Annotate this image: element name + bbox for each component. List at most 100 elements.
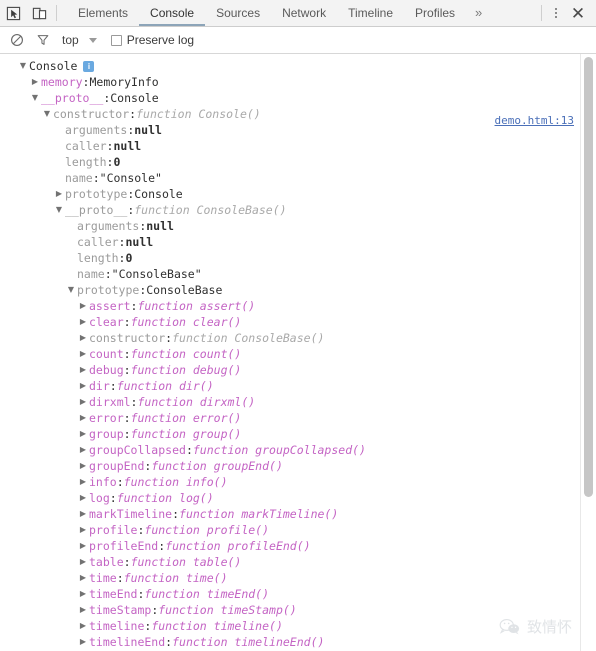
disclosure-triangle-closed-icon[interactable]: ▶ bbox=[78, 330, 88, 346]
preserve-log-label: Preserve log bbox=[126, 33, 195, 47]
object-tree-row[interactable]: ▶ log: function log() bbox=[0, 490, 596, 506]
execution-context-selector[interactable]: top bbox=[62, 33, 97, 47]
property-name: dir bbox=[89, 379, 110, 393]
disclosure-triangle-closed-icon[interactable]: ▶ bbox=[78, 474, 88, 490]
object-tree-row[interactable]: ▶ profile: function profile() bbox=[0, 522, 596, 538]
object-tree-row[interactable]: ▶length: 0 bbox=[0, 154, 596, 170]
object-tree-row[interactable]: ▼ __proto__: Console bbox=[0, 90, 596, 106]
disclosure-triangle-closed-icon[interactable]: ▶ bbox=[78, 490, 88, 506]
console-scrollbar[interactable] bbox=[580, 54, 596, 651]
object-tree-row[interactable]: ▶ assert: function assert() bbox=[0, 298, 596, 314]
object-tree-row[interactable]: ▶ group: function group() bbox=[0, 426, 596, 442]
tab-timeline[interactable]: Timeline bbox=[337, 0, 404, 26]
disclosure-triangle-closed-icon[interactable]: ▶ bbox=[78, 378, 88, 394]
disclosure-triangle-closed-icon[interactable]: ▶ bbox=[78, 314, 88, 330]
property-value: null bbox=[125, 235, 154, 249]
object-tree-row[interactable]: ▶name: "Console" bbox=[0, 170, 596, 186]
object-tree-row[interactable]: ▶ memory: MemoryInfo bbox=[0, 74, 596, 90]
object-tree-row[interactable]: ▶ groupEnd: function groupEnd() bbox=[0, 458, 596, 474]
disclosure-spacer: ▶ bbox=[66, 266, 76, 282]
disclosure-triangle-open-icon[interactable]: ▼ bbox=[66, 282, 76, 298]
object-tree-row[interactable]: ▶ timeline: function timeline() bbox=[0, 618, 596, 634]
object-tree-row[interactable]: ▼ prototype: ConsoleBase bbox=[0, 282, 596, 298]
disclosure-triangle-closed-icon[interactable]: ▶ bbox=[78, 458, 88, 474]
preserve-log-toggle[interactable]: Preserve log bbox=[110, 33, 195, 47]
object-tree-row[interactable]: ▶ timeStamp: function timeStamp() bbox=[0, 602, 596, 618]
disclosure-triangle-closed-icon[interactable]: ▶ bbox=[78, 522, 88, 538]
disclosure-triangle-closed-icon[interactable]: ▶ bbox=[78, 602, 88, 618]
object-tree-row[interactable]: ▶ groupCollapsed: function groupCollapsed… bbox=[0, 442, 596, 458]
object-tree-row[interactable]: ▶ timeEnd: function timeEnd() bbox=[0, 586, 596, 602]
source-location-link[interactable]: demo.html:13 bbox=[495, 114, 574, 127]
property-name: timelineEnd bbox=[89, 635, 166, 649]
vertical-dots-icon[interactable] bbox=[546, 2, 566, 24]
tab-elements[interactable]: Elements bbox=[67, 0, 139, 26]
disclosure-triangle-closed-icon[interactable]: ▶ bbox=[78, 570, 88, 586]
object-tree-row[interactable]: ▶name: "ConsoleBase" bbox=[0, 266, 596, 282]
info-badge-icon[interactable]: i bbox=[83, 60, 95, 72]
more-tabs-button[interactable]: » bbox=[466, 0, 491, 26]
object-tree-row[interactable]: ▶ error: function error() bbox=[0, 410, 596, 426]
disclosure-triangle-closed-icon[interactable]: ▶ bbox=[78, 298, 88, 314]
filter-funnel-icon[interactable] bbox=[30, 28, 56, 52]
console-scrollbar-thumb[interactable] bbox=[584, 57, 593, 497]
object-tree-row[interactable]: ▶ profileEnd: function profileEnd() bbox=[0, 538, 596, 554]
property-name: length bbox=[77, 251, 119, 265]
disclosure-triangle-closed-icon[interactable]: ▶ bbox=[78, 538, 88, 554]
tab-console[interactable]: Console bbox=[139, 0, 206, 26]
object-tree-row[interactable]: ▶ table: function table() bbox=[0, 554, 596, 570]
object-tree-row[interactable]: ▶caller: null bbox=[0, 138, 596, 154]
disclosure-triangle-closed-icon[interactable]: ▶ bbox=[78, 506, 88, 522]
disclosure-triangle-closed-icon[interactable]: ▶ bbox=[78, 618, 88, 634]
disclosure-triangle-open-icon[interactable]: ▼ bbox=[54, 202, 64, 218]
object-tree-row[interactable]: ▶ debug: function debug() bbox=[0, 362, 596, 378]
disclosure-triangle-closed-icon[interactable]: ▶ bbox=[78, 410, 88, 426]
object-tree-row[interactable]: ▶ markTimeline: function markTimeline() bbox=[0, 506, 596, 522]
disclosure-triangle-open-icon[interactable]: ▼ bbox=[30, 90, 40, 106]
object-tree-row[interactable]: ▶ dir: function dir() bbox=[0, 378, 596, 394]
disclosure-triangle-closed-icon[interactable]: ▶ bbox=[78, 362, 88, 378]
disclosure-triangle-open-icon[interactable]: ▼ bbox=[42, 106, 52, 122]
object-tree-row[interactable]: ▶ clear: function clear() bbox=[0, 314, 596, 330]
object-tree-row[interactable]: ▶ info: function info() bbox=[0, 474, 596, 490]
tab-profiles[interactable]: Profiles bbox=[404, 0, 466, 26]
toolbar-divider bbox=[56, 5, 57, 21]
disclosure-triangle-closed-icon[interactable]: ▶ bbox=[78, 586, 88, 602]
disclosure-triangle-closed-icon[interactable]: ▶ bbox=[78, 394, 88, 410]
object-tree-row[interactable]: ▼ __proto__: function ConsoleBase() bbox=[0, 202, 596, 218]
disclosure-triangle-closed-icon[interactable]: ▶ bbox=[78, 634, 88, 650]
tab-network[interactable]: Network bbox=[271, 0, 337, 26]
device-toolbar-icon[interactable] bbox=[26, 0, 52, 26]
close-icon[interactable]: ✕ bbox=[566, 1, 590, 25]
disclosure-triangle-closed-icon[interactable]: ▶ bbox=[78, 442, 88, 458]
property-separator: : bbox=[130, 299, 138, 313]
object-tree-row[interactable]: ▶arguments: null bbox=[0, 218, 596, 234]
disclosure-triangle-closed-icon[interactable]: ▶ bbox=[54, 186, 64, 202]
object-tree-row[interactable]: ▶ time: function time() bbox=[0, 570, 596, 586]
disclosure-triangle-closed-icon[interactable]: ▶ bbox=[78, 554, 88, 570]
disclosure-triangle-closed-icon[interactable]: ▶ bbox=[78, 346, 88, 362]
property-value: function dir() bbox=[116, 379, 214, 393]
object-tree-row[interactable]: ▼ Console i bbox=[0, 58, 596, 74]
clear-console-icon[interactable] bbox=[4, 28, 30, 52]
preserve-log-checkbox[interactable] bbox=[110, 34, 122, 46]
object-tree-row[interactable]: ▶caller: null bbox=[0, 234, 596, 250]
property-value: MemoryInfo bbox=[89, 75, 159, 89]
object-tree-row[interactable]: ▶ timelineEnd: function timelineEnd() bbox=[0, 634, 596, 650]
property-name: timeline bbox=[89, 619, 145, 633]
property-value: function timelineEnd() bbox=[172, 635, 325, 649]
disclosure-triangle-closed-icon[interactable]: ▶ bbox=[30, 74, 40, 90]
object-tree-row[interactable]: ▶ dirxml: function dirxml() bbox=[0, 394, 596, 410]
disclosure-triangle-open-icon[interactable]: ▼ bbox=[18, 58, 28, 74]
object-tree-row[interactable]: ▶ count: function count() bbox=[0, 346, 596, 362]
property-name: time bbox=[89, 571, 117, 585]
tab-sources[interactable]: Sources bbox=[205, 0, 271, 26]
object-tree-row[interactable]: ▶ constructor: function ConsoleBase() bbox=[0, 330, 596, 346]
disclosure-triangle-closed-icon[interactable]: ▶ bbox=[78, 426, 88, 442]
object-tree-row[interactable]: ▶length: 0 bbox=[0, 250, 596, 266]
inspect-cursor-icon[interactable] bbox=[0, 0, 26, 26]
console-message-area[interactable]: demo.html:13 ▼ Console i ▶ memory: MemoryInf… bbox=[0, 54, 596, 651]
property-value: "Console" bbox=[99, 171, 162, 185]
object-tree-row[interactable]: ▶ prototype: Console bbox=[0, 186, 596, 202]
property-name: groupCollapsed bbox=[89, 443, 186, 457]
